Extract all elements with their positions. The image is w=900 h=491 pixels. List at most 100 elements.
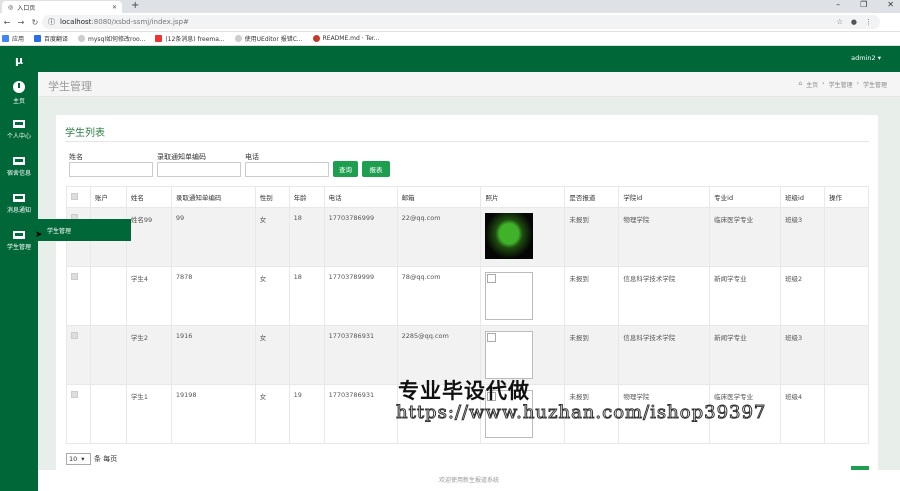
- back-icon[interactable]: ←: [0, 18, 14, 27]
- bookmark-label: 百度翻译: [44, 36, 69, 43]
- sidebar-item-notice[interactable]: 消息通知: [0, 185, 38, 222]
- cell-major: 临床医学专业: [709, 207, 782, 267]
- page-size-select[interactable]: 10 ▾: [66, 453, 91, 465]
- column-header[interactable]: 专业id: [709, 186, 782, 208]
- column-header[interactable]: 班级id: [780, 186, 825, 208]
- info-icon[interactable]: ⓘ: [48, 17, 55, 27]
- bookmark-apps[interactable]: 应用: [2, 34, 24, 43]
- phone-filter-input[interactable]: [245, 162, 329, 177]
- page-size-value: 10: [69, 455, 78, 463]
- checkbox[interactable]: [71, 192, 78, 200]
- header-select-all[interactable]: [66, 186, 91, 208]
- column-header[interactable]: 账户: [89, 186, 127, 208]
- checkbox[interactable]: [71, 332, 78, 339]
- column-header[interactable]: 是否报道: [564, 186, 620, 208]
- report-button[interactable]: 报表: [362, 161, 390, 177]
- page-size-label: 条 每页: [94, 455, 118, 463]
- row-select[interactable]: [66, 384, 91, 444]
- cell-major: 新闻学专业: [709, 266, 782, 326]
- sidebar-item-label: 学生管理: [6, 243, 31, 251]
- column-header[interactable]: 年龄: [288, 186, 325, 208]
- baidu-icon: [34, 35, 42, 42]
- checkbox[interactable]: [71, 273, 78, 280]
- address-bar-row: ← → ↻ ⓘ localhost:8080/xsbd-ssmj/index.j…: [0, 13, 900, 32]
- bookmark-baidu[interactable]: 百度翻译: [34, 34, 68, 43]
- column-header[interactable]: 照片: [480, 186, 566, 208]
- bookmark-ueditor[interactable]: 使用UEditor 报错C...: [234, 34, 303, 43]
- bookmark-mysql[interactable]: mysql如何修改roo...: [78, 34, 145, 43]
- tab-title: 入口页: [17, 4, 36, 12]
- sidebar-item-students[interactable]: 学生管理: [0, 222, 38, 259]
- url-field[interactable]: ⓘ localhost:8080/xsbd-ssmj/index.jsp# ☆ ●…: [42, 15, 880, 29]
- new-tab-button[interactable]: +: [131, 0, 139, 11]
- reload-icon[interactable]: ↻: [28, 18, 42, 27]
- broken-image-icon[interactable]: [485, 331, 534, 379]
- sidebar-item-label: 消息通知: [6, 206, 31, 214]
- cell-gender: 女: [254, 325, 290, 385]
- cell-gender: 女: [254, 207, 290, 267]
- close-window-icon[interactable]: ✕: [887, 0, 894, 9]
- name-filter-input[interactable]: [69, 162, 153, 177]
- column-header: 操作: [823, 186, 870, 208]
- gitee-icon: [312, 35, 320, 42]
- broken-image-icon[interactable]: [485, 272, 534, 320]
- bookmark-label: mysql如何修改roo...: [88, 36, 146, 43]
- cell-notice: 99: [170, 207, 256, 267]
- maximize-icon[interactable]: ❐: [860, 0, 867, 9]
- cell-age: 18: [288, 266, 325, 326]
- user-menu[interactable]: admin2 ▾: [851, 54, 881, 62]
- submenu-student-management[interactable]: 学生管理: [38, 219, 131, 241]
- sidebar-item-profile[interactable]: 个人中心: [0, 111, 38, 148]
- table-row[interactable]: 学生4 7878 女 18 17703789999 78@qq.com 未报到 …: [66, 266, 870, 326]
- column-header[interactable]: 电话: [323, 186, 398, 208]
- logo: μ: [14, 53, 24, 67]
- menu-icon[interactable]: ⋮: [865, 18, 872, 26]
- column-header[interactable]: 姓名: [125, 186, 172, 208]
- table-row[interactable]: 姓名99 99 女 18 17703786999 22@qq.com 未报到 物…: [66, 207, 870, 267]
- monitor-icon: [13, 193, 25, 202]
- profile-icon[interactable]: ●: [851, 18, 857, 26]
- bookmark-label: 使用UEditor 报错C...: [244, 36, 303, 43]
- notice-filter-label: 录取通知单编码: [157, 153, 206, 161]
- column-header[interactable]: 性别: [254, 186, 290, 208]
- student-photo[interactable]: [485, 213, 534, 259]
- row-select[interactable]: [66, 266, 91, 326]
- minimize-icon[interactable]: –: [836, 0, 840, 9]
- globe-icon: [234, 35, 242, 42]
- bookmark-label: 应用: [12, 36, 25, 43]
- breadcrumb-item[interactable]: 学生管理: [829, 80, 853, 89]
- sidebar-item-home[interactable]: 主页: [0, 74, 38, 111]
- cell-phone: 17703786931: [323, 325, 398, 385]
- bookmark-readme[interactable]: README.md · Ter...: [312, 35, 380, 42]
- cell-phone: 17703786999: [323, 207, 398, 267]
- browser-tab[interactable]: ◎ 入口页 ✕: [2, 1, 122, 13]
- row-select[interactable]: [66, 325, 91, 385]
- breadcrumb-home[interactable]: 主页: [806, 80, 818, 89]
- cell-phone: 17703789999: [323, 266, 398, 326]
- page-header: 学生管理 ⌂ 主页 › 学生管理 › 学生管理: [38, 72, 900, 97]
- cell-actions: [823, 207, 870, 267]
- column-header[interactable]: 邮箱: [396, 186, 482, 208]
- footer: 欢迎使用新生报道系统: [38, 470, 900, 491]
- breadcrumb: ⌂ 主页 › 学生管理 › 学生管理: [798, 80, 887, 89]
- cell-phone: 17703786931: [323, 384, 398, 444]
- close-icon[interactable]: ✕: [112, 4, 117, 11]
- cell-account: [89, 384, 127, 444]
- search-button[interactable]: 查询: [333, 161, 358, 177]
- notice-filter-input[interactable]: [157, 162, 241, 177]
- cell-gender: 女: [254, 266, 290, 326]
- checkbox[interactable]: [71, 391, 78, 398]
- column-header[interactable]: 学院id: [618, 186, 711, 208]
- forward-icon[interactable]: →: [14, 18, 28, 27]
- dashboard-icon: [13, 80, 25, 93]
- watermark-title: 专业毕设代做: [398, 379, 530, 403]
- sidebar-item-dorm[interactable]: 宿舍信息: [0, 148, 38, 185]
- globe-icon: [78, 35, 86, 42]
- cell-age: 18: [288, 207, 325, 267]
- star-icon[interactable]: ☆: [837, 18, 843, 26]
- pager: 10 ▾ 条 每页: [66, 453, 117, 465]
- cell-photo: [480, 266, 566, 326]
- column-header[interactable]: 录取通知单编码: [170, 186, 256, 208]
- cell-college: 信息科学技术学院: [618, 266, 711, 326]
- bookmark-csdn[interactable]: (12条消息) freema...: [155, 34, 225, 43]
